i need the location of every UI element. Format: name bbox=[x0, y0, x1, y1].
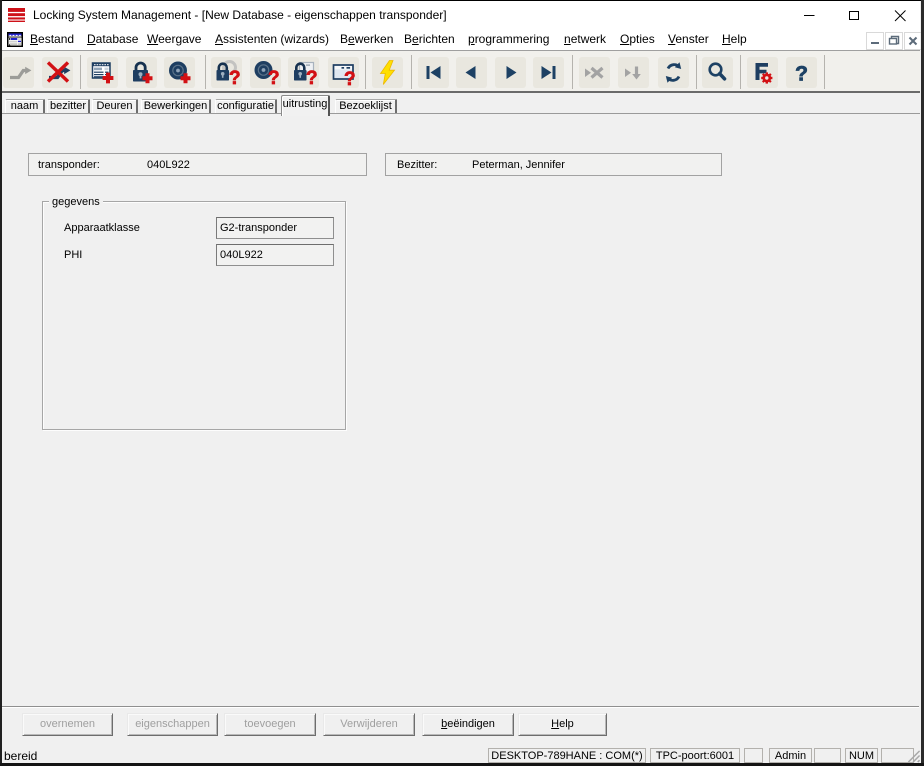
svg-text:?: ? bbox=[795, 63, 808, 86]
svg-text:?: ? bbox=[229, 68, 240, 86]
svg-text:?: ? bbox=[268, 68, 279, 86]
svg-text:?: ? bbox=[344, 69, 356, 86]
svg-text:?: ? bbox=[306, 68, 317, 86]
